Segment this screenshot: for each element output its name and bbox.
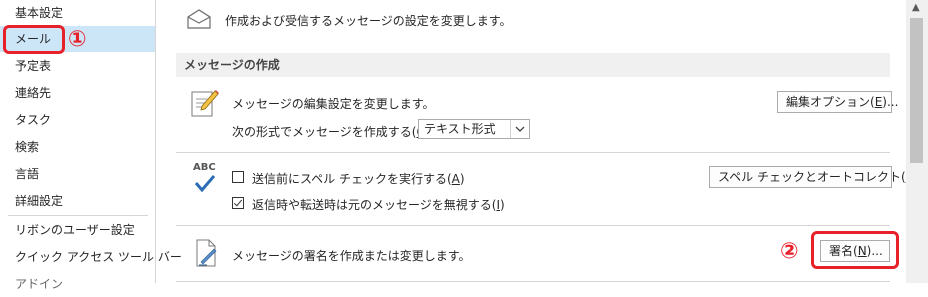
sidebar-item-advanced[interactable]: 詳細設定 [0, 188, 155, 214]
sidebar-item-language[interactable]: 言語 [0, 161, 155, 187]
sidebar-item-tasks[interactable]: タスク [0, 107, 155, 133]
intro-text: 作成および受信するメッセージの設定を変更します。 [225, 14, 512, 28]
ignore-original-message-checkbox[interactable] [232, 197, 244, 209]
section-divider [176, 225, 890, 226]
scroll-up-arrow-icon[interactable]: ▲ [912, 2, 920, 13]
annotation-highlight-signature [811, 231, 899, 269]
sidebar-item-general[interactable]: 基本設定 [0, 0, 155, 26]
compose-format-label: 次の形式でメッセージを作成する(C): [232, 125, 434, 139]
spelling-autocorrect-button[interactable]: スペル チェックとオートコレクト(S)... [709, 166, 928, 188]
annotation-marker-1: ① [68, 27, 87, 52]
section-divider [176, 281, 890, 282]
annotation-highlight-mail [3, 25, 65, 54]
spell-check-before-send-label: 送信前にスペル チェックを実行する(A) [252, 172, 465, 186]
spelling-icon-text: ABC [193, 162, 216, 173]
sidebar-item-calendar[interactable]: 予定表 [0, 53, 155, 79]
compose-format-select[interactable]: テキスト形式 [418, 119, 530, 139]
editor-options-button[interactable]: 編集オプション(E)... [777, 91, 898, 113]
compose-format-value: テキスト形式 [424, 122, 496, 136]
scrollbar-thumb[interactable] [910, 18, 923, 163]
annotation-marker-2: ② [780, 239, 799, 264]
sidebar-item-search[interactable]: 検索 [0, 134, 155, 160]
vertical-scrollbar[interactable]: ▲ [906, 0, 928, 283]
editor-settings-text: メッセージの編集設定を変更します。 [232, 97, 435, 111]
spell-check-icon [194, 175, 216, 193]
sidebar-item-contacts[interactable]: 連絡先 [0, 80, 155, 106]
sidebar-divider [8, 215, 148, 216]
sidebar-item-quick-access-toolbar[interactable]: クイック アクセス ツール バー [0, 244, 182, 270]
sidebar-item-customize-ribbon[interactable]: リボンのユーザー設定 [0, 217, 155, 243]
signature-document-icon [196, 239, 217, 267]
section-title-compose: メッセージの作成 [176, 53, 890, 77]
spell-check-before-send-checkbox[interactable] [232, 171, 244, 183]
sidebar-item-addins[interactable]: アドイン [0, 271, 155, 297]
ignore-original-message-label: 返信時や転送時は元のメッセージを無視する(I) [252, 198, 505, 212]
envelope-icon [187, 9, 211, 29]
section-divider [176, 152, 890, 153]
edit-document-icon [191, 90, 219, 117]
chevron-down-icon[interactable] [510, 120, 529, 138]
signature-text: メッセージの署名を作成または変更します。 [232, 249, 471, 263]
